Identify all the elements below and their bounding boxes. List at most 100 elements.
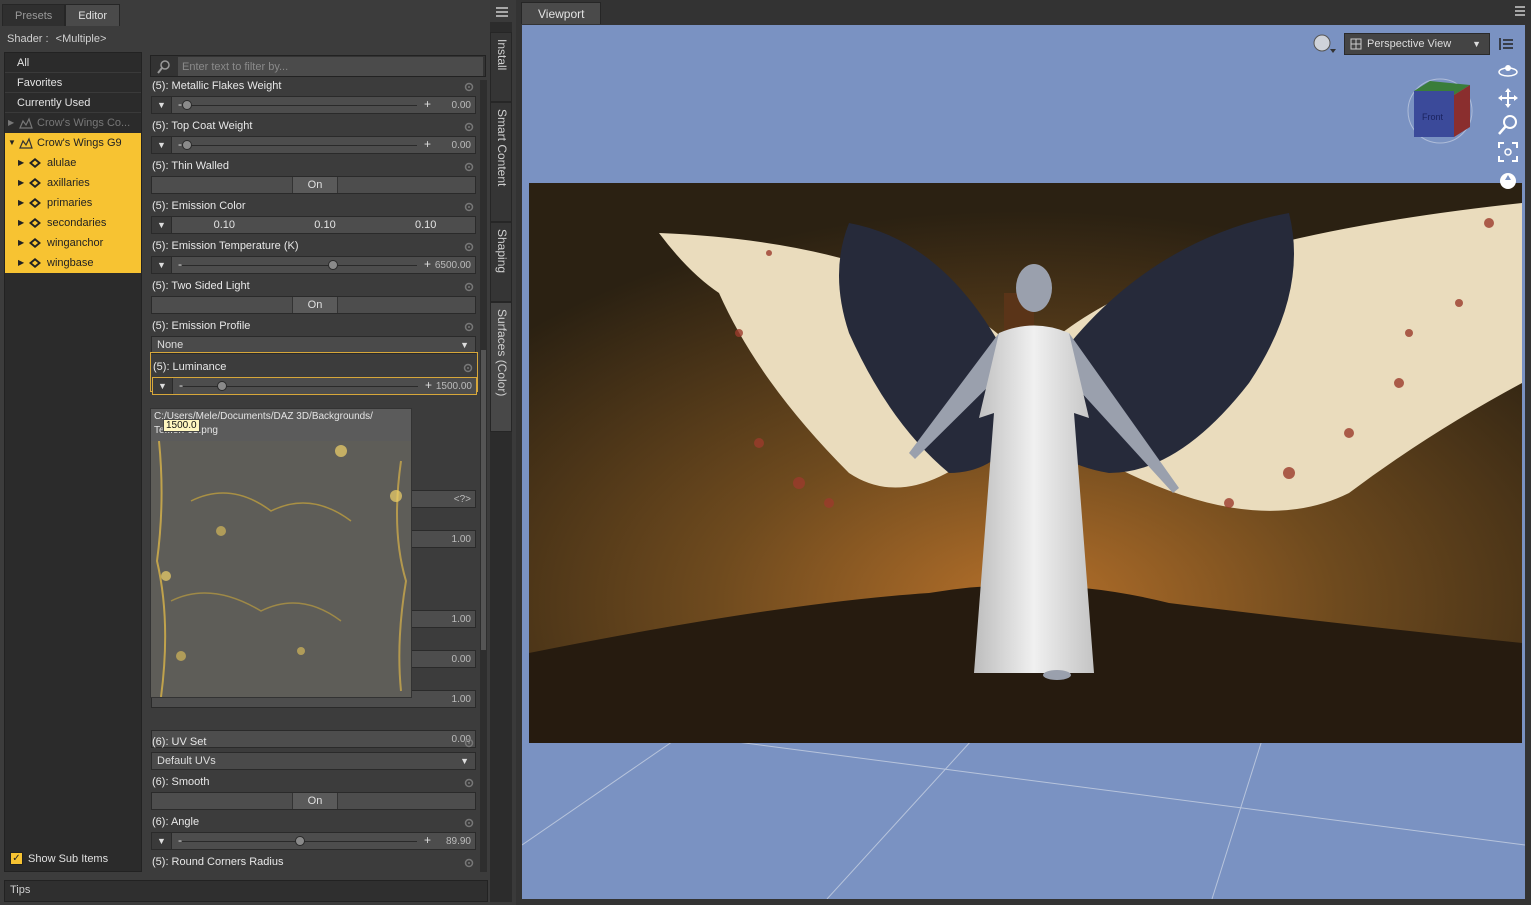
gear-icon[interactable]	[464, 242, 474, 252]
tree-node-wingbase[interactable]: ▶ wingbase	[5, 253, 141, 273]
viewport-canvas[interactable]: Perspective View ▼ Front	[522, 25, 1525, 899]
property-slider[interactable]: ▼ - +1500.00	[152, 377, 477, 395]
frame-icon[interactable]	[1496, 140, 1520, 164]
zoom-icon[interactable]	[1496, 113, 1520, 137]
gear-icon[interactable]	[464, 282, 474, 292]
tips-tab[interactable]: Tips	[10, 884, 30, 896]
increment-icon[interactable]: +	[424, 137, 431, 151]
gear-icon[interactable]	[464, 162, 474, 172]
color-channel-b[interactable]: 0.10	[375, 217, 476, 233]
property-label: (5): Emission Profile	[152, 320, 251, 332]
property-scrollbar[interactable]	[480, 80, 487, 872]
category-favorites[interactable]: Favorites	[5, 73, 141, 93]
property-value[interactable]: 6500.00	[435, 260, 471, 271]
property-value[interactable]: 89.90	[446, 836, 471, 847]
tree-node-alulae[interactable]: ▶ alulae	[5, 153, 141, 173]
tree-node-axillaries[interactable]: ▶ axillaries	[5, 173, 141, 193]
scrollbar-thumb[interactable]	[481, 350, 486, 650]
tree-node-winganchor[interactable]: ▶ winganchor	[5, 233, 141, 253]
pane-menu-icon[interactable]	[492, 4, 512, 20]
map-menu-icon[interactable]: ▼	[152, 257, 172, 273]
expand-arrow-icon[interactable]: ▶	[8, 113, 14, 133]
tab-viewport[interactable]: Viewport	[521, 2, 602, 24]
view-mode-dropdown[interactable]: Perspective View ▼	[1344, 33, 1490, 55]
expand-arrow-icon[interactable]: ▶	[18, 213, 24, 233]
toggle-on-state[interactable]: On	[292, 177, 338, 193]
gear-icon[interactable]	[464, 122, 474, 132]
gear-icon[interactable]	[464, 202, 474, 212]
filter-input[interactable]	[178, 57, 483, 76]
expand-arrow-icon[interactable]: ▶	[18, 193, 24, 213]
image-preview-popup: C:/Users/Mele/Documents/DAZ 3D/Backgroun…	[150, 408, 412, 698]
slider-knob[interactable]	[295, 836, 305, 846]
expand-arrow-icon[interactable]: ▶	[18, 173, 24, 193]
viewport-options-icon[interactable]	[1498, 35, 1516, 53]
gear-icon[interactable]	[464, 778, 474, 788]
slider-knob[interactable]	[328, 260, 338, 270]
expand-arrow-icon[interactable]: ▶	[18, 153, 24, 173]
tree-node-primaries[interactable]: ▶ primaries	[5, 193, 141, 213]
decrement-icon[interactable]: -	[178, 257, 182, 271]
category-currently-used[interactable]: Currently Used	[5, 93, 141, 113]
gear-icon[interactable]	[464, 82, 474, 92]
slider-track[interactable]	[182, 105, 417, 106]
property-value[interactable]: 0.00	[452, 654, 471, 665]
color-channel-g[interactable]: 0.10	[275, 217, 376, 233]
side-tab-install[interactable]: Install	[490, 32, 512, 102]
gear-icon[interactable]	[463, 363, 473, 373]
nav-cube-icon[interactable]: Front	[1402, 75, 1482, 145]
viewport-menu-icon[interactable]	[1513, 4, 1527, 18]
increment-icon[interactable]: +	[424, 257, 431, 271]
pan-icon[interactable]	[1496, 86, 1520, 110]
slider-knob[interactable]	[182, 140, 192, 150]
property-label: (6): UV Set	[152, 736, 207, 748]
draw-style-icon[interactable]	[1312, 33, 1338, 55]
slider-track[interactable]	[182, 145, 417, 146]
property-value[interactable]: 0.00	[452, 100, 471, 111]
property-value[interactable]: 1500.00	[436, 381, 472, 392]
map-menu-icon[interactable]: ▼	[153, 378, 173, 394]
checkbox-checked-icon[interactable]: ✓	[10, 852, 23, 865]
map-menu-icon[interactable]: ▼	[152, 137, 172, 153]
property-value[interactable]: 1.00	[452, 694, 471, 705]
search-icon	[157, 60, 170, 74]
toggle-on-state[interactable]: On	[292, 297, 338, 313]
gear-icon[interactable]	[464, 322, 474, 332]
slider-track[interactable]	[182, 265, 417, 266]
side-tab-shaping[interactable]: Shaping	[490, 222, 512, 302]
color-channel-r[interactable]: 0.10	[174, 217, 275, 233]
increment-icon[interactable]: +	[425, 378, 432, 392]
slider-knob[interactable]	[217, 381, 227, 391]
tree-node-crows-wings-g9[interactable]: ▼ Crow's Wings G9	[5, 133, 141, 153]
expand-arrow-icon[interactable]: ▶	[18, 253, 24, 273]
shader-row: Shader : <Multiple>	[7, 33, 110, 45]
decrement-icon[interactable]: -	[179, 378, 183, 392]
slider-knob[interactable]	[182, 100, 192, 110]
reset-view-icon[interactable]	[1496, 167, 1520, 191]
side-tab-surfaces[interactable]: Surfaces (Color)	[490, 302, 512, 432]
tab-presets[interactable]: Presets	[2, 4, 66, 26]
gear-icon[interactable]	[464, 858, 474, 868]
show-sub-items[interactable]: ✓ Show Sub Items	[10, 852, 108, 865]
side-tab-smart-content[interactable]: Smart Content	[490, 102, 512, 222]
collapse-arrow-icon[interactable]: ▼	[8, 133, 16, 153]
increment-icon[interactable]: +	[424, 97, 431, 111]
decrement-icon[interactable]: -	[178, 833, 182, 847]
expand-arrow-icon[interactable]: ▶	[18, 233, 24, 253]
map-menu-icon[interactable]: ▼	[152, 97, 172, 113]
property-value[interactable]: <?>	[454, 494, 471, 505]
toggle-on-state[interactable]: On	[292, 793, 338, 809]
property-value[interactable]: 0.00	[452, 140, 471, 151]
map-menu-icon[interactable]: ▼	[152, 217, 172, 233]
tab-editor[interactable]: Editor	[65, 4, 121, 26]
property-value[interactable]: 1.00	[452, 614, 471, 625]
increment-icon[interactable]: +	[424, 833, 431, 847]
orbit-icon[interactable]	[1496, 59, 1520, 83]
gear-icon[interactable]	[464, 738, 474, 748]
property-value[interactable]: 1.00	[452, 534, 471, 545]
tree-node-secondaries[interactable]: ▶ secondaries	[5, 213, 141, 233]
gear-icon[interactable]	[464, 818, 474, 828]
category-all[interactable]: All	[5, 53, 141, 73]
map-menu-icon[interactable]: ▼	[152, 833, 172, 849]
tree-node-crows-wings-co[interactable]: ▶ Crow's Wings Co...	[5, 113, 141, 133]
